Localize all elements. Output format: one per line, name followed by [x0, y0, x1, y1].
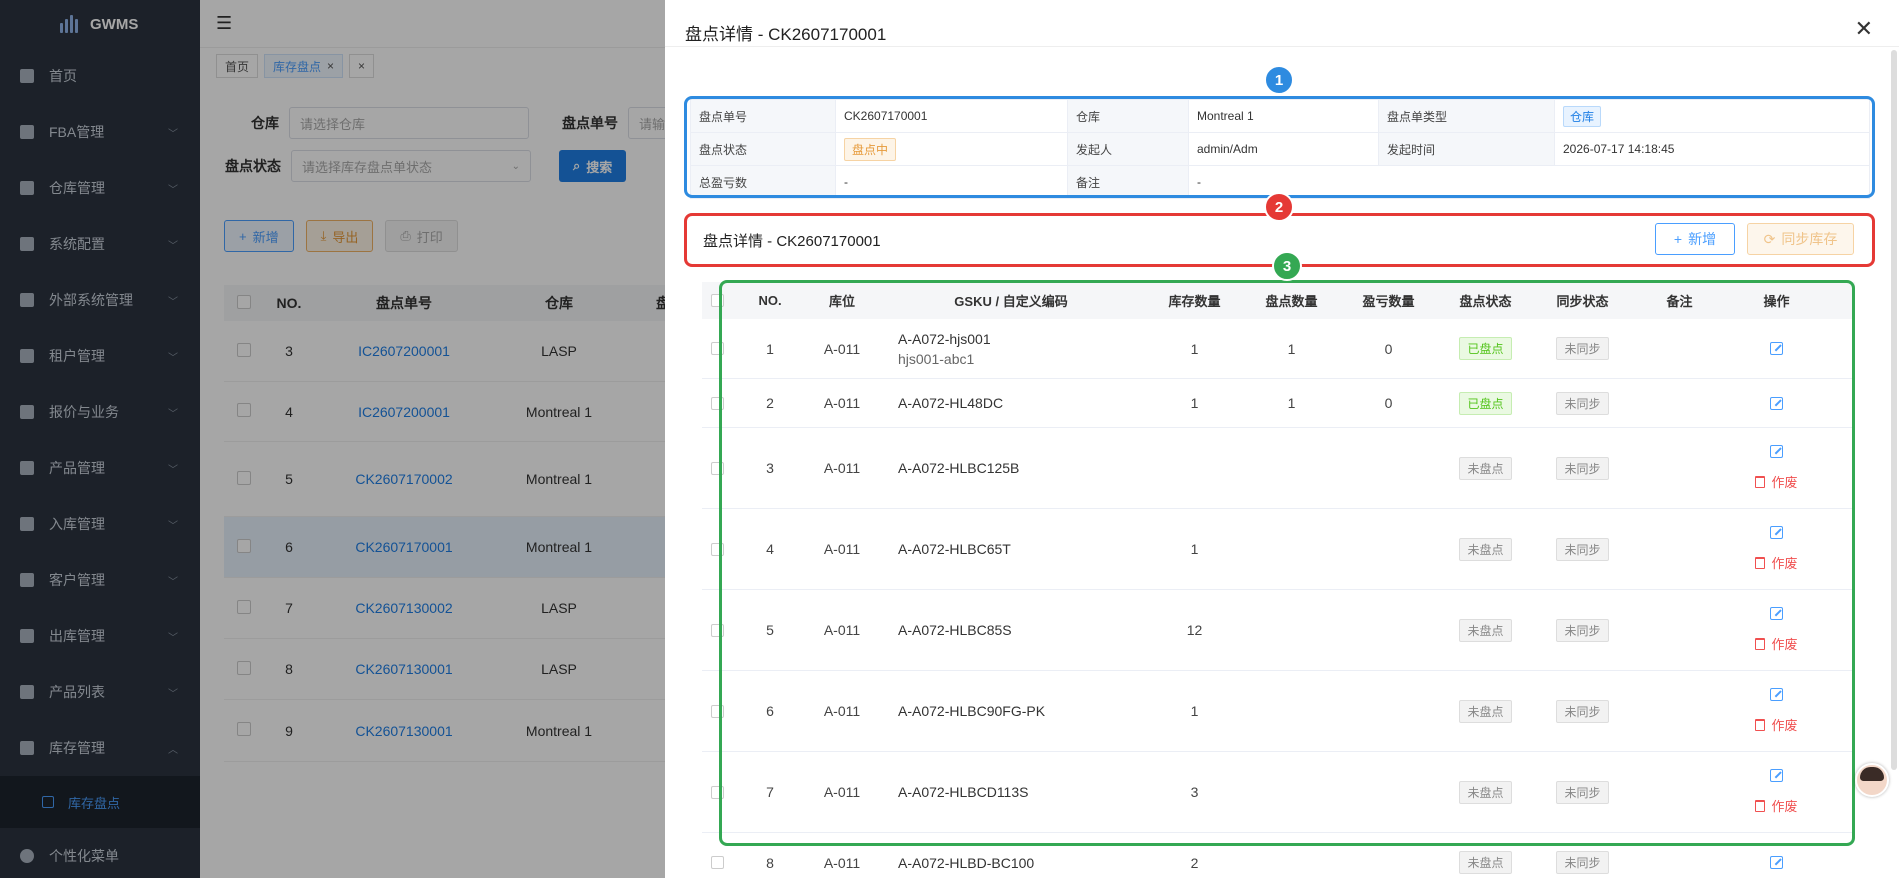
callout-box-3: [719, 280, 1855, 846]
row-checkbox[interactable]: [710, 856, 724, 869]
callout-badge-3: 3: [1272, 251, 1302, 281]
edit-icon[interactable]: [1770, 856, 1783, 869]
count-status-tag: 未盘点: [1459, 851, 1512, 874]
gsku-text: A-A072-HLBD-BC100: [898, 854, 1035, 871]
detail-drawer: 盘点详情 - CK2607170001 ✕ 盘点单号 CK2607170001 …: [665, 0, 1899, 878]
callout-box-1: [684, 96, 1875, 198]
callout-badge-1: 1: [1264, 65, 1294, 95]
drawer-title: 盘点详情 - CK2607170001: [685, 25, 887, 44]
drawer-scrollbar[interactable]: [1891, 50, 1897, 770]
sync-status-tag: 未同步: [1556, 851, 1609, 874]
close-icon[interactable]: ✕: [1855, 16, 1873, 42]
assistant-avatar[interactable]: [1855, 763, 1889, 797]
callout-badge-2: 2: [1264, 192, 1294, 222]
drawer-divider: [665, 46, 1899, 47]
row-actions: [1728, 856, 1825, 869]
